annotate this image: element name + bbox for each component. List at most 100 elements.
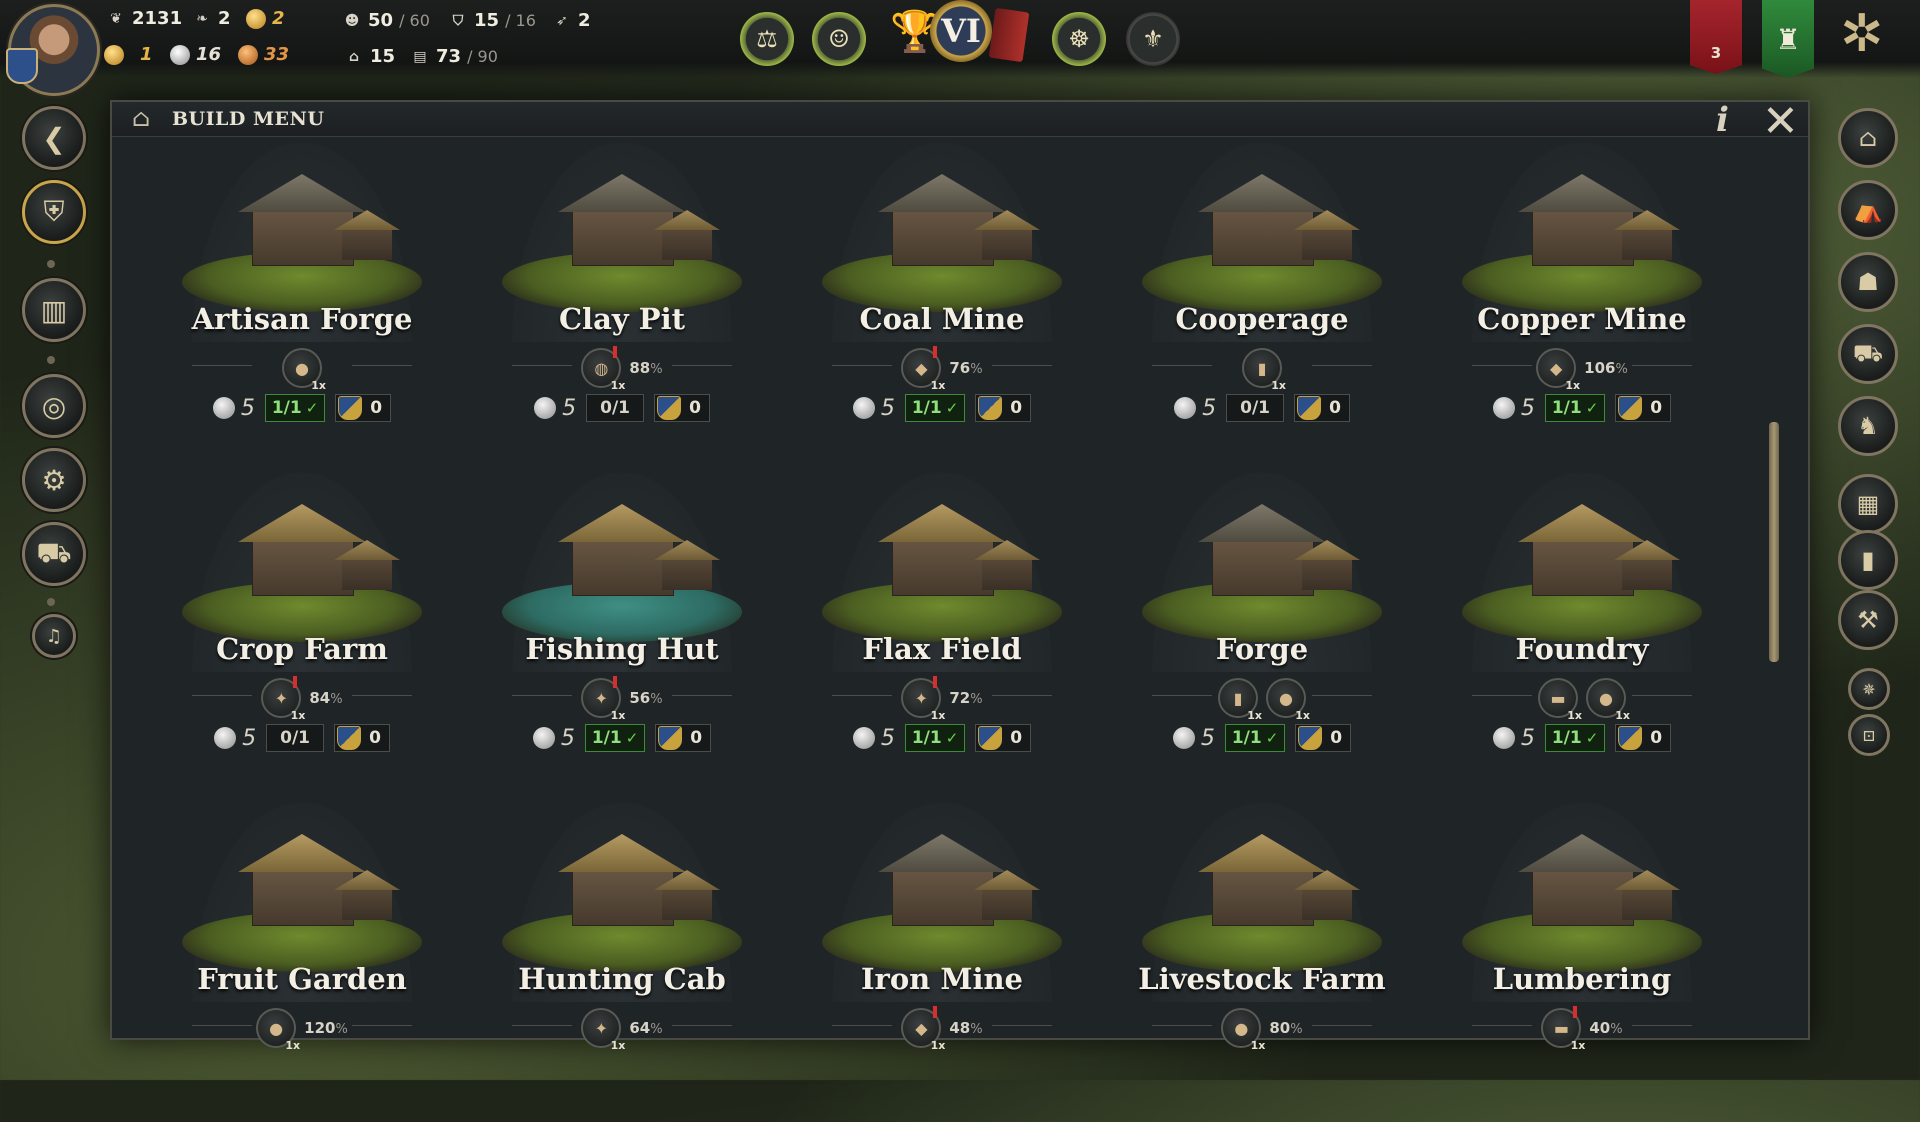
population-needs-button[interactable]: ☺ [812, 12, 866, 66]
era-badge[interactable]: VI [930, 0, 992, 62]
product-icon[interactable]: ✦ 1x [581, 676, 625, 722]
category-special-button[interactable]: ✵ [1848, 668, 1890, 710]
category-tools-button[interactable]: ⚒ [1838, 590, 1898, 650]
justice-scales-button[interactable]: ⚖ [740, 12, 794, 66]
product-glyph: ▮ [1257, 358, 1267, 378]
scrollbar-thumb[interactable] [1769, 422, 1779, 662]
green-banner-lantern[interactable]: ♜ [1762, 0, 1814, 78]
slots-value: 1/1 [1551, 398, 1582, 418]
reward-value: 0 [1329, 398, 1341, 418]
stats-row: 5 1/1 ✓ 0 [1112, 724, 1412, 752]
housing-stat[interactable]: ⛉ 15 / 16 [448, 10, 536, 31]
slots-counter: 1/1 ✓ [1544, 724, 1606, 752]
silver-coins[interactable]: 16 [170, 44, 221, 65]
gold-coins[interactable]: 1 [104, 44, 153, 65]
product-icon[interactable]: ● 1x [282, 348, 326, 392]
check-icon: ✓ [1585, 399, 1599, 417]
coin-button[interactable]: ◎ [22, 374, 86, 438]
production-icons: ▮ 1x [1112, 348, 1412, 392]
efficiency-value: 64 [629, 1019, 651, 1037]
product-multiplier: 1x [610, 379, 626, 392]
building-card[interactable]: Forge ▮ 1x ● 1x 5 1/1 ✓ 0 [1112, 472, 1412, 792]
info-button[interactable]: i [1716, 100, 1729, 140]
category-town-button[interactable]: ⌂ [1838, 108, 1898, 168]
category-population-button[interactable]: ☗ [1838, 252, 1898, 312]
product-icon[interactable]: ▮ 1x [1242, 348, 1286, 392]
resource-stat-2[interactable]: ❧ 2 [192, 8, 230, 29]
category-trade-button[interactable]: ⛟ [1838, 324, 1898, 384]
product-icon[interactable]: ✦ 1x [901, 676, 945, 722]
building-card[interactable]: Clay Pit ◍ 1x 88% 5 0/1 0 [472, 142, 772, 462]
production-group: ▮ 1x ● 1x [1218, 678, 1310, 722]
category-storage-button[interactable]: ▮ [1838, 530, 1898, 590]
faith-button[interactable]: ☸ [1052, 12, 1106, 66]
fleur-de-lis-button[interactable]: ⚜ [1126, 12, 1180, 66]
production-button[interactable]: ⚙ [22, 448, 86, 512]
building-card[interactable]: Foundry ▬ 1x ● 1x 5 1/1 ✓ 0 [1432, 472, 1732, 792]
population-stat[interactable]: ☻ 50 / 60 [342, 10, 430, 31]
building-card[interactable]: Artisan Forge ● 1x 5 1/1 ✓ 0 [152, 142, 452, 462]
product-icon[interactable]: ● 1x [1266, 678, 1310, 722]
product-icon[interactable]: ▮ 1x [1218, 678, 1262, 722]
heraldry-button[interactable]: ⛨ [22, 180, 86, 244]
trade-cart-button[interactable]: ⛟ [22, 522, 86, 586]
cost-value: 5 [880, 725, 895, 751]
production-row: ● 1x [152, 348, 452, 392]
efficiency-percent: 56% [629, 689, 662, 707]
building-illustration [1132, 834, 1392, 972]
product-icon[interactable]: ✦ 1x [581, 1008, 625, 1052]
product-icon[interactable]: ✦ 1x [261, 676, 305, 722]
product-icon[interactable]: ◍ 1x [581, 346, 625, 392]
product-icon[interactable]: ◆ 1x [901, 1006, 945, 1052]
resource-stat-1[interactable]: ❦ 2131 [106, 8, 182, 29]
reward-value: 0 [370, 398, 383, 418]
category-military-button[interactable]: ♞ [1838, 396, 1898, 456]
product-icon[interactable]: ▬ 1x [1538, 678, 1582, 722]
category-market-button[interactable]: ⛺ [1838, 180, 1898, 240]
codex-button[interactable]: ▥ [22, 278, 86, 342]
efficiency-value: 40 [1589, 1019, 1611, 1037]
building-count-stat[interactable]: ⌂ 15 [344, 46, 395, 67]
alert-marker-icon [933, 676, 938, 688]
storage-stat[interactable]: ▤ 73 / 90 [410, 46, 498, 67]
product-icon[interactable]: ● 1x [256, 1008, 300, 1052]
building-card[interactable]: Lumbering ▬ 1x 40% [1432, 802, 1732, 1122]
production-group: ✦ 1x 84% [261, 676, 343, 722]
building-card[interactable]: Fishing Hut ✦ 1x 56% 5 1/1 ✓ 0 [472, 472, 772, 792]
red-book-icon[interactable] [988, 7, 1030, 63]
category-documents-button[interactable]: ▦ [1838, 474, 1898, 534]
bell-button[interactable]: ♫ [32, 614, 76, 658]
production-icons: ◆ 1x 76% [792, 346, 1092, 392]
building-name: Hunting Cab [518, 962, 726, 996]
building-card[interactable]: Iron Mine ◆ 1x 48% [792, 802, 1092, 1122]
building-card[interactable]: Coal Mine ◆ 1x 76% 5 1/1 ✓ 0 [792, 142, 1092, 462]
building-card[interactable]: Crop Farm ✦ 1x 84% 5 0/1 0 [152, 472, 452, 792]
sidebar-divider-dot [47, 598, 55, 606]
building-card[interactable]: Fruit Garden ● 1x 120% [152, 802, 452, 1122]
product-icon[interactable]: ▬ 1x [1541, 1006, 1585, 1052]
close-button[interactable]: ✕ [1762, 96, 1799, 147]
building-card[interactable]: Flax Field ✦ 1x 72% 5 1/1 ✓ 0 [792, 472, 1092, 792]
resource-stat-3[interactable]: 2 [246, 8, 285, 29]
building-card[interactable]: Cooperage ▮ 1x 5 0/1 0 [1112, 142, 1412, 462]
building-annex [982, 556, 1032, 590]
product-icon[interactable]: ◆ 1x [1536, 348, 1580, 392]
slots-value: 0/1 [600, 398, 631, 418]
red-banner-notification[interactable]: 3 [1690, 0, 1742, 74]
settings-gear-icon[interactable]: ✲ [1840, 8, 1884, 60]
wing-icon: ❧ [196, 10, 208, 27]
building-card[interactable]: Copper Mine ◆ 1x 106% 5 1/1 ✓ 0 [1432, 142, 1732, 462]
building-card[interactable]: Livestock Farm ● 1x 80% [1112, 802, 1412, 1122]
wagon-icon: ⛟ [1852, 338, 1884, 367]
product-icon[interactable]: ● 1x [1586, 678, 1630, 722]
building-card[interactable]: Hunting Cab ✦ 1x 64% [472, 802, 772, 1122]
product-icon[interactable]: ● 1x [1221, 1008, 1265, 1052]
people-icon: ☻ [344, 12, 360, 29]
copper-coins[interactable]: 33 [238, 44, 289, 65]
horn-stat[interactable]: ➶ 2 [552, 10, 590, 31]
percent-sign: % [1615, 362, 1628, 377]
product-icon[interactable]: ◆ 1x [901, 346, 945, 392]
back-button[interactable]: ❮ [22, 106, 86, 170]
production-row: ✦ 1x 56% [472, 676, 772, 722]
category-extra-button[interactable]: ⊡ [1848, 714, 1890, 756]
